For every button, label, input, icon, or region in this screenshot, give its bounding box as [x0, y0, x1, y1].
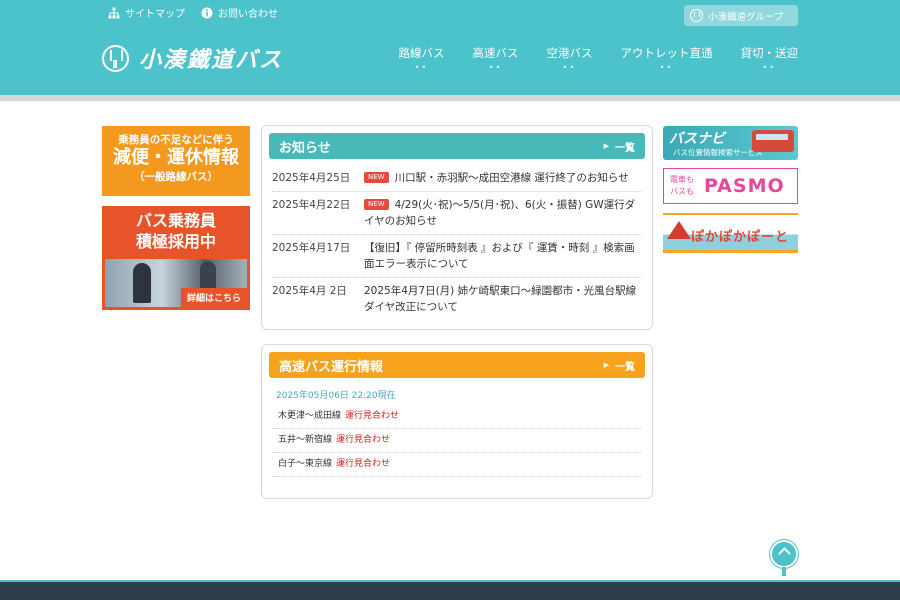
highway-status-panel: 高速バス運行情報 ▶ 一覧 2025年05月06日 22:20現在 木更津〜成田…: [261, 344, 653, 499]
pasmo-banner[interactable]: 電車もバスも PASMO: [663, 168, 798, 204]
site-header: サイトマップ お問い合わせ 小湊鐵道グループ 小湊鐵道バス 路線バス •• 高速…: [0, 0, 900, 95]
highway-header: 高速バス運行情報 ▶ 一覧: [269, 352, 645, 378]
banner-title: 減便・運休情報: [113, 147, 239, 168]
sitemap-icon: [108, 7, 120, 19]
nav-dots-icon: ••: [562, 63, 577, 72]
news-body: NEW 川口駅・赤羽駅〜成田空港線 運行終了のお知らせ: [364, 170, 642, 186]
page-top-stem: [782, 567, 786, 576]
status-timestamp: 2025年05月06日 22:20現在: [276, 391, 396, 401]
group-logo-icon: [690, 9, 703, 22]
house-icon: [667, 221, 691, 239]
utility-links: サイトマップ お問い合わせ: [108, 5, 278, 20]
news-title: お知らせ: [279, 140, 331, 156]
arrow-up-icon: [770, 540, 798, 568]
news-date: 2025年4月 2日: [272, 285, 347, 297]
nav-charter[interactable]: 貸切・送迎 ••: [741, 45, 799, 72]
triangle-right-icon: ▶: [603, 142, 609, 150]
nav-label: アウトレット直通: [620, 46, 713, 60]
nav-outlet-direct[interactable]: アウトレット直通 ••: [621, 45, 713, 72]
route-status-row[interactable]: 木更津〜成田線 運行見合わせ: [272, 405, 642, 429]
busnavi-desc: バス位置情報検索サービス: [673, 148, 763, 157]
highway-list-link[interactable]: ▶ 一覧: [604, 358, 635, 373]
nav-dots-icon: ••: [414, 63, 429, 72]
news-text: 2025年4月7日(月) 姉ケ崎駅東口〜緑園都市・光風台駅線ダイヤ改正について: [364, 285, 637, 313]
pasmo-logo-text: PASMO: [704, 175, 785, 197]
route-name: 白子〜東京線: [278, 459, 333, 469]
news-header: お知らせ ▶ 一覧: [269, 133, 645, 159]
news-date: 2025年4月25日: [272, 172, 351, 184]
news-item[interactable]: 2025年4月 2日 2025年4月7日(月) 姉ケ崎駅東口〜緑園都市・光風台駅…: [272, 278, 642, 320]
route-status: 運行見合わせ: [336, 459, 391, 469]
logo-mark-icon: [102, 44, 129, 72]
sitemap-link[interactable]: サイトマップ: [108, 5, 185, 20]
new-badge: NEW: [364, 172, 389, 183]
nav-label: 高速バス: [472, 46, 519, 60]
pasmo-small-text: 電車も バスも: [670, 174, 694, 198]
driver-figure: [133, 263, 151, 303]
news-text: 【復旧】『 停留所時刻表 』および『 運賃・時刻 』検索画面エラー表示について: [364, 242, 635, 270]
group-companies-button[interactable]: 小湊鐵道グループ: [684, 5, 798, 26]
nav-airport-bus[interactable]: 空港バス ••: [547, 45, 593, 72]
header-divider: [0, 95, 900, 101]
route-status-row[interactable]: 白子〜東京線 運行見合わせ: [272, 453, 642, 477]
busnavi-name: バスナビ: [669, 131, 725, 147]
news-item[interactable]: 2025年4月25日 NEW 川口駅・赤羽駅〜成田空港線 運行終了のお知らせ: [272, 165, 642, 192]
nav-label: 路線バス: [398, 46, 445, 60]
pasmo-small-line2: バスも: [670, 187, 694, 196]
contact-label: お問い合わせ: [218, 9, 278, 20]
route-status: 運行見合わせ: [336, 435, 391, 445]
highway-title: 高速バス運行情報: [279, 359, 384, 375]
banner-line2: 積極採用中: [135, 232, 216, 251]
page-top-button[interactable]: [770, 540, 798, 576]
nav-dots-icon: ••: [762, 63, 776, 72]
nav-dots-icon: ••: [659, 63, 674, 72]
driver-figure: [200, 261, 216, 291]
news-list: 2025年4月25日 NEW 川口駅・赤羽駅〜成田空港線 運行終了のお知らせ 20…: [272, 165, 642, 320]
site-footer: [0, 580, 900, 600]
news-text: 4/29(火･祝)〜5/5(月･祝)、6(火・振替) GW運行ダイヤのお知らせ: [364, 199, 636, 227]
bus-icon: [752, 130, 794, 152]
busnavi-banner[interactable]: バスナビ バス位置情報検索サービス: [663, 126, 798, 160]
highway-route-list: 木更津〜成田線 運行見合わせ 五井〜新宿線 運行見合わせ 白子〜東京線 運行見合わせ: [272, 405, 642, 477]
contact-link[interactable]: お問い合わせ: [201, 5, 278, 20]
route-status-row[interactable]: 五井〜新宿線 運行見合わせ: [272, 429, 642, 453]
route-name: 木更津〜成田線: [278, 411, 342, 421]
news-date: 2025年4月17日: [272, 242, 351, 254]
banner-subtitle: 乗務員の不足などに伴う: [118, 134, 234, 146]
global-nav: 路線バス •• 高速バス •• 空港バス •• アウトレット直通 •• 貸切・送…: [399, 45, 799, 72]
nav-label: 空港バス: [546, 46, 593, 60]
nav-route-bus[interactable]: 路線バス ••: [399, 45, 445, 72]
recruit-details-link[interactable]: 詳細はこちら: [180, 288, 247, 307]
pokapoka-text: ぽかぽかぽーと: [691, 230, 790, 245]
sitemap-label: サイトマップ: [125, 9, 185, 20]
news-item[interactable]: 2025年4月17日 【復旧】『 停留所時刻表 』および『 運賃・時刻 』検索画…: [272, 235, 642, 278]
info-icon: [201, 7, 213, 19]
news-list-label: 一覧: [615, 142, 635, 154]
triangle-right-icon: ▶: [603, 361, 609, 369]
nav-highway-bus[interactable]: 高速バス ••: [473, 45, 519, 72]
news-panel: お知らせ ▶ 一覧 2025年4月25日 NEW 川口駅・赤羽駅〜成田空港線 運行…: [261, 125, 653, 330]
route-status: 運行見合わせ: [345, 411, 400, 421]
site-logo[interactable]: 小湊鐵道バス: [102, 42, 283, 74]
route-name: 五井〜新宿線: [278, 435, 333, 445]
logo-text: 小湊鐵道バス: [139, 48, 284, 73]
banner-line1: バス乗務員: [135, 211, 216, 230]
service-reduction-banner[interactable]: 乗務員の不足などに伴う 減便・運休情報 （一般路線バス）: [102, 126, 250, 196]
nav-dots-icon: ••: [488, 63, 503, 72]
recruitment-banner[interactable]: バス乗務員 積極採用中 詳細はこちら: [102, 206, 250, 310]
news-text: 川口駅・赤羽駅〜成田空港線 運行終了のお知らせ: [394, 172, 629, 184]
pokapoka-port-banner[interactable]: ぽかぽかぽーと: [663, 213, 798, 253]
news-body: NEW 4/29(火･祝)〜5/5(月･祝)、6(火・振替) GW運行ダイヤのお知…: [364, 197, 642, 229]
banner-note: （一般路線バス）: [134, 171, 218, 183]
news-list-link[interactable]: ▶ 一覧: [604, 139, 635, 154]
new-badge: NEW: [364, 199, 389, 210]
news-date: 2025年4月22日: [272, 199, 351, 211]
news-item[interactable]: 2025年4月22日 NEW 4/29(火･祝)〜5/5(月･祝)、6(火・振替)…: [272, 192, 642, 235]
highway-list-label: 一覧: [615, 361, 635, 373]
pasmo-small-line1: 電車も: [670, 175, 694, 184]
group-companies-label: 小湊鐵道グループ: [708, 11, 784, 23]
nav-label: 貸切・送迎: [740, 46, 799, 60]
